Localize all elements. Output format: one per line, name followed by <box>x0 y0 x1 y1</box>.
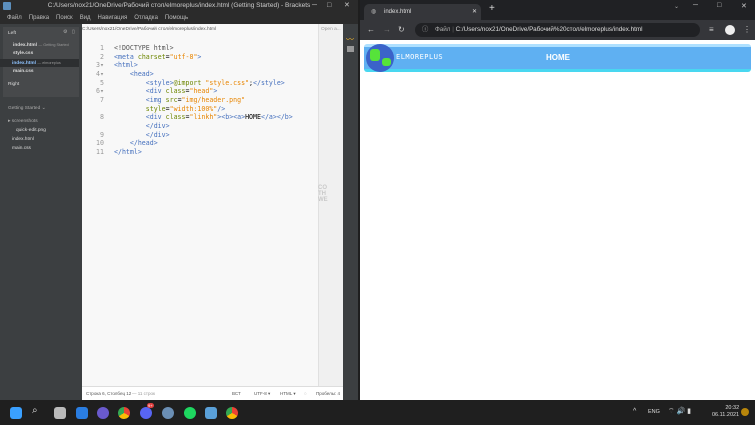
info-icon[interactable]: ⓘ <box>422 23 428 37</box>
home-link[interactable]: HOME <box>546 53 570 62</box>
brackets-window: C:/Users/nox21/OneDrive/Рабочий стол/elm… <box>0 0 358 400</box>
back-icon[interactable]: ← <box>367 20 375 40</box>
tab-search-icon[interactable]: ⌄ <box>674 3 679 10</box>
tab-bar: ◍ index.html ✕ + ⌄ ─ □ ✕ <box>360 0 755 20</box>
minimize-button[interactable]: ─ <box>693 2 698 9</box>
menu-navigate[interactable]: Навигация <box>98 12 128 24</box>
tray-overflow-icon[interactable]: ^ <box>633 408 636 415</box>
line-count: — 11 строк <box>132 391 155 396</box>
tree-file[interactable]: main.css <box>12 146 31 151</box>
language-select[interactable]: HTML ▾ <box>280 387 296 400</box>
search-icon[interactable]: ⌕ <box>32 405 44 417</box>
settings-icon[interactable] <box>162 407 174 419</box>
globe-icon: ◍ <box>371 9 377 15</box>
split-icon[interactable]: ▯ <box>72 30 75 35</box>
indent-select[interactable]: Пробелы: 4 <box>316 387 340 400</box>
working-file[interactable]: main.css <box>13 69 34 74</box>
menu-debug[interactable]: Отладка <box>134 12 158 24</box>
tree-file[interactable]: quick-edit.png <box>16 128 46 133</box>
live-preview-icon[interactable]: 〰 <box>346 34 354 45</box>
profile-avatar[interactable] <box>725 25 735 35</box>
language-indicator[interactable]: ENG <box>648 409 660 415</box>
working-file-selected[interactable]: index.html — elmoreplus <box>0 59 79 67</box>
discord-icon[interactable]: 9+ <box>140 403 154 419</box>
working-file[interactable]: style.css <box>13 51 33 56</box>
reading-list-icon[interactable]: ≡ <box>709 20 714 40</box>
clock[interactable]: 20:32 06.11.2021 <box>712 405 739 419</box>
right-pane-label: Right <box>8 82 20 87</box>
right-toolbar: 〰 <box>343 24 358 400</box>
menu-edit[interactable]: Правка <box>29 12 49 24</box>
address-bar[interactable]: ⓘ Файл | C:/Users/nox21/OneDrive/Рабочий%… <box>415 23 700 37</box>
linter-icon[interactable]: ○ <box>304 387 307 400</box>
url-text: C:/Users/nox21/OneDrive/Рабочий%20стол/e… <box>455 26 643 33</box>
project-dropdown[interactable]: Getting Started ⌄ <box>8 106 46 111</box>
reload-icon[interactable]: ↻ <box>398 20 405 40</box>
widgets-icon[interactable] <box>76 407 88 419</box>
inline-panel <box>318 24 343 386</box>
menu-view[interactable]: Вид <box>80 12 91 24</box>
site-logo-text: ELMOREPLUS <box>396 53 444 61</box>
chrome-icon[interactable] <box>118 407 130 419</box>
tab-title: index.html <box>384 9 412 15</box>
encoding-select[interactable]: UTF-8 ▾ <box>254 387 270 400</box>
minimize-button[interactable]: ─ <box>312 0 317 12</box>
menu-icon[interactable]: ⋮ <box>743 20 751 40</box>
forward-icon[interactable]: → <box>383 20 391 40</box>
tab-close-icon[interactable]: ✕ <box>472 4 477 20</box>
brackets-logo-icon <box>3 2 11 10</box>
menu-file[interactable]: Файл <box>7 12 22 24</box>
teams-icon[interactable] <box>97 407 109 419</box>
cursor-position: Строка 6, Столбец 12 <box>86 391 132 396</box>
menu-bar: Файл Правка Поиск Вид Навигация Отладка … <box>0 12 188 24</box>
chrome-window: ◍index.html✕ + ⌄ ─ □ ✕ ← → ↻ ☆ ≡ ⋮ ⓘФайл… <box>360 0 755 400</box>
task-view-icon[interactable] <box>54 407 66 419</box>
maximize-button[interactable]: □ <box>327 0 331 12</box>
spotify-icon[interactable] <box>184 407 196 419</box>
gear-icon[interactable]: ⚙ <box>63 30 67 35</box>
tree-file[interactable]: index.html <box>12 137 34 142</box>
browser-tab[interactable]: ◍ index.html ✕ <box>364 4 481 20</box>
close-button[interactable]: ✕ <box>741 2 747 10</box>
tree-folder[interactable]: ▸ screenshots <box>8 119 38 124</box>
taskbar: ⌕ 9+ ^ ENG ⌔ 🔊 ▮ 20:32 06.11.2021 <box>0 400 755 425</box>
file-path: C:/Users/nox21/OneDrive/Рабочий стол/elm… <box>82 27 217 32</box>
close-button[interactable]: ✕ <box>344 0 350 12</box>
new-tab-button[interactable]: + <box>489 3 495 14</box>
working-file[interactable]: index.html — Getting Started <box>13 43 69 48</box>
globe-logo <box>366 44 394 72</box>
notification-icon[interactable] <box>741 408 749 416</box>
insert-mode[interactable]: ВСТ <box>232 387 241 400</box>
menu-help[interactable]: Помощь <box>165 12 188 24</box>
chrome-active-icon[interactable] <box>226 407 238 419</box>
left-pane-label: Left <box>8 31 17 36</box>
menu-find[interactable]: Поиск <box>56 12 73 24</box>
extension-manager-icon[interactable] <box>347 46 354 52</box>
network-volume-battery-icons[interactable]: ⌔ 🔊 ▮ <box>668 407 691 416</box>
code-content: 1 <!DOCTYPE html> 2 <meta charset="utf-8">… <box>96 44 293 156</box>
discord-badge: 9+ <box>147 403 154 408</box>
window-title: C:/Users/nox21/OneDrive/Рабочий стол/elm… <box>47 2 311 9</box>
status-bar: Строка 6, Столбец 12 — 11 строк ВСТ UTF-… <box>82 386 343 400</box>
brackets-icon[interactable] <box>205 407 217 419</box>
start-icon[interactable] <box>10 407 22 419</box>
watermark: CO TH WE <box>318 185 328 203</box>
maximize-button[interactable]: □ <box>717 2 721 9</box>
open-recent[interactable]: Open a... <box>321 27 341 32</box>
file-label: Файл <box>435 26 451 33</box>
